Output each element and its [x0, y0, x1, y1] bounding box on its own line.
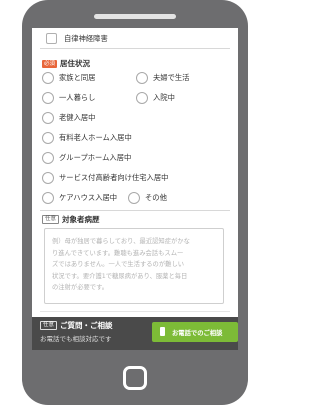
checkbox-label: 自律神経障害 — [64, 33, 108, 43]
optional-badge: 任意 — [40, 321, 58, 330]
radio-button[interactable] — [136, 92, 148, 104]
placeholder-line: 例）母が独居で暮らしており、最近認知症がかな — [52, 238, 190, 245]
radio-button[interactable] — [42, 152, 54, 164]
medical-history-heading: 任意 対象者病歴 — [42, 214, 100, 225]
radio-label: グループホーム入居中 — [59, 153, 132, 162]
radio-option[interactable]: 入院中 — [136, 92, 175, 104]
radio-button[interactable] — [42, 92, 54, 104]
radio-label: 家族と同居 — [59, 73, 96, 82]
placeholder-line: の注射が必要です。 — [52, 284, 109, 291]
divider — [40, 210, 230, 211]
radio-button[interactable] — [128, 192, 140, 204]
radio-option[interactable]: 家族と同居 — [42, 72, 95, 84]
phone-frame: 自律神経障害 必須 居住状況 家族と同居 夫婦で生活 一人暮らし 入院中 老健入… — [22, 0, 248, 405]
radio-label: 老健入居中 — [59, 113, 96, 122]
speaker-slot — [94, 14, 176, 19]
residence-label: 居住状況 — [60, 59, 91, 68]
radio-option[interactable]: 有料老人ホーム入居中 — [42, 132, 132, 144]
radio-option[interactable]: 老健入居中 — [42, 112, 95, 124]
divider — [40, 311, 230, 312]
required-badge: 必須 — [42, 59, 58, 68]
residence-heading: 必須 居住状況 — [42, 58, 90, 69]
radio-label: 一人暮らし — [59, 93, 96, 102]
radio-button[interactable] — [42, 112, 54, 124]
medical-history-label: 対象者病歴 — [62, 215, 100, 224]
radio-label: その他 — [145, 193, 167, 202]
radio-option[interactable]: サービス付高齢者向け住宅入居中 — [42, 172, 168, 184]
cutoff-text: お電話でも相談対応です — [40, 335, 112, 343]
radio-button[interactable] — [42, 192, 54, 204]
radio-label: 有料老人ホーム入居中 — [59, 133, 132, 142]
radio-option[interactable]: その他 — [128, 192, 167, 204]
radio-option[interactable]: グループホーム入居中 — [42, 152, 131, 164]
tel-button-label: お電話でのご相談 — [172, 330, 223, 337]
inquiry-heading: 任意 ご質問・ご相談 — [40, 320, 113, 331]
radio-label: ケアハウス入居中 — [59, 193, 118, 202]
radio-label: 夫婦で生活 — [153, 73, 190, 82]
radio-option[interactable]: 夫婦で生活 — [136, 72, 189, 84]
checkbox[interactable] — [46, 33, 57, 44]
phone-screen: 自律神経障害 必須 居住状況 家族と同居 夫婦で生活 一人暮らし 入院中 老健入… — [32, 28, 238, 350]
phone-icon — [160, 327, 165, 336]
checkbox-row-autonomic[interactable]: 自律神経障害 — [46, 33, 108, 44]
radio-button[interactable] — [42, 172, 54, 184]
radio-option[interactable]: ケアハウス入居中 — [42, 192, 117, 204]
tel-consult-button[interactable]: お電話でのご相談 — [152, 322, 238, 342]
radio-button[interactable] — [136, 72, 148, 84]
radio-label: サービス付高齢者向け住宅入居中 — [59, 173, 169, 182]
medical-history-textarea[interactable]: 例）母が独居で暮らしており、最近認知症がかな り進んできています。難聴も進み会話… — [44, 228, 224, 304]
placeholder-line: ズではありません。一人で生活するのが難しい — [52, 261, 185, 268]
home-button[interactable] — [123, 366, 147, 390]
radio-label: 入院中 — [153, 93, 175, 102]
divider — [40, 48, 230, 49]
placeholder-line: 状況です。要介護1で糖尿病があり、服薬と毎日 — [52, 272, 188, 280]
radio-option[interactable]: 一人暮らし — [42, 92, 95, 104]
radio-button[interactable] — [42, 72, 54, 84]
inquiry-label: ご質問・ご相談 — [60, 321, 113, 330]
placeholder-line: り進んできています。難聴も進み会話もスムー — [52, 249, 184, 257]
radio-button[interactable] — [42, 132, 54, 144]
optional-badge: 任意 — [42, 215, 60, 224]
